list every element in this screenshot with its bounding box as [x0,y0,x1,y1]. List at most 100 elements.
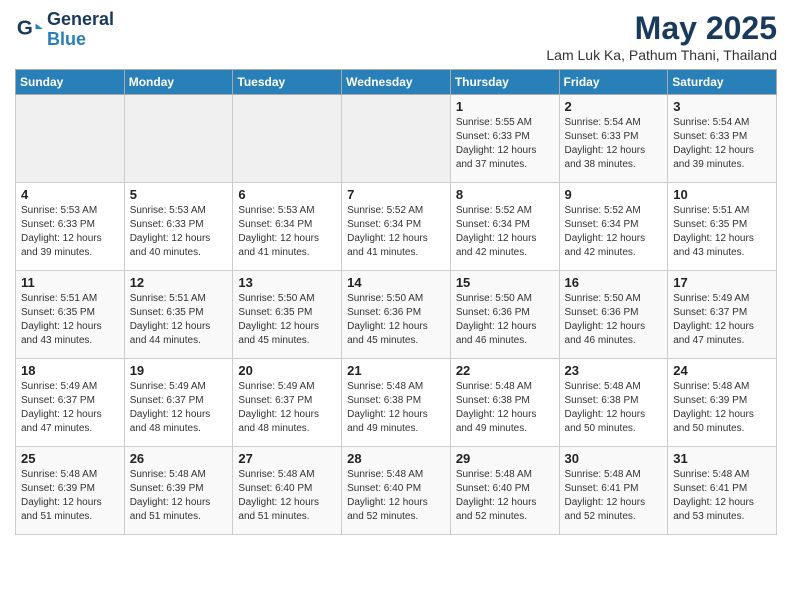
day-number: 13 [238,275,336,290]
logo-text: General Blue [47,10,114,50]
day-number: 16 [565,275,663,290]
day-info: Sunrise: 5:48 AM Sunset: 6:38 PM Dayligh… [347,380,445,436]
day-info: Sunrise: 5:54 AM Sunset: 6:33 PM Dayligh… [673,116,771,172]
day-cell: 23 Sunrise: 5:48 AM Sunset: 6:38 PM Dayli… [559,359,668,447]
day-info: Sunrise: 5:52 AM Sunset: 6:34 PM Dayligh… [565,204,663,260]
title-block: May 2025 Lam Luk Ka, Pathum Thani, Thail… [546,10,777,63]
day-number: 29 [456,451,554,466]
day-cell: 20 Sunrise: 5:49 AM Sunset: 6:37 PM Dayli… [233,359,342,447]
week-row-1: 1Sunrise: 5:55 AM Sunset: 6:33 PM Daylig… [16,95,777,183]
day-cell: 13Sunrise: 5:50 AM Sunset: 6:35 PM Dayli… [233,271,342,359]
day-cell: 25 Sunrise: 5:48 AM Sunset: 6:39 PM Dayli… [16,447,125,535]
day-cell: 9Sunrise: 5:52 AM Sunset: 6:34 PM Daylig… [559,183,668,271]
day-number: 3 [673,99,771,114]
day-number: 20 [238,363,336,378]
day-info: Sunrise: 5:48 AM Sunset: 6:40 PM Dayligh… [347,468,445,524]
day-info: Sunrise: 5:50 AM Sunset: 6:36 PM Dayligh… [347,292,445,348]
day-cell: 4 Sunrise: 5:53 AM Sunset: 6:33 PM Daylig… [16,183,125,271]
day-cell: 21Sunrise: 5:48 AM Sunset: 6:38 PM Dayli… [342,359,451,447]
calendar-subtitle: Lam Luk Ka, Pathum Thani, Thailand [546,47,777,63]
week-row-4: 18 Sunrise: 5:49 AM Sunset: 6:37 PM Dayli… [16,359,777,447]
day-info: Sunrise: 5:53 AM Sunset: 6:33 PM Dayligh… [21,204,119,260]
day-info: Sunrise: 5:50 AM Sunset: 6:36 PM Dayligh… [565,292,663,348]
day-info: Sunrise: 5:48 AM Sunset: 6:41 PM Dayligh… [565,468,663,524]
col-header-saturday: Saturday [668,70,777,95]
day-number: 18 [21,363,119,378]
day-cell: 15 Sunrise: 5:50 AM Sunset: 6:36 PM Dayli… [450,271,559,359]
day-number: 27 [238,451,336,466]
day-cell [342,95,451,183]
week-row-5: 25 Sunrise: 5:48 AM Sunset: 6:39 PM Dayli… [16,447,777,535]
day-cell [233,95,342,183]
day-info: Sunrise: 5:55 AM Sunset: 6:33 PM Dayligh… [456,116,554,172]
day-number: 26 [130,451,228,466]
day-cell: 28Sunrise: 5:48 AM Sunset: 6:40 PM Dayli… [342,447,451,535]
day-number: 24 [673,363,771,378]
day-info: Sunrise: 5:49 AM Sunset: 6:37 PM Dayligh… [238,380,336,436]
col-header-wednesday: Wednesday [342,70,451,95]
day-cell: 31Sunrise: 5:48 AM Sunset: 6:41 PM Dayli… [668,447,777,535]
day-info: Sunrise: 5:48 AM Sunset: 6:39 PM Dayligh… [130,468,228,524]
day-number: 30 [565,451,663,466]
day-cell: 26 Sunrise: 5:48 AM Sunset: 6:39 PM Dayli… [124,447,233,535]
day-info: Sunrise: 5:49 AM Sunset: 6:37 PM Dayligh… [21,380,119,436]
day-info: Sunrise: 5:48 AM Sunset: 6:40 PM Dayligh… [238,468,336,524]
day-number: 14 [347,275,445,290]
day-cell: 6Sunrise: 5:53 AM Sunset: 6:34 PM Daylig… [233,183,342,271]
day-number: 19 [130,363,228,378]
day-info: Sunrise: 5:50 AM Sunset: 6:36 PM Dayligh… [456,292,554,348]
day-info: Sunrise: 5:51 AM Sunset: 6:35 PM Dayligh… [673,204,771,260]
day-cell: 24Sunrise: 5:48 AM Sunset: 6:39 PM Dayli… [668,359,777,447]
logo: G General Blue [15,10,114,50]
day-cell: 30 Sunrise: 5:48 AM Sunset: 6:41 PM Dayli… [559,447,668,535]
day-cell [124,95,233,183]
page-header: G General Blue May 2025 Lam Luk Ka, Path… [15,10,777,63]
calendar-table: SundayMondayTuesdayWednesdayThursdayFrid… [15,69,777,535]
day-info: Sunrise: 5:54 AM Sunset: 6:33 PM Dayligh… [565,116,663,172]
day-info: Sunrise: 5:51 AM Sunset: 6:35 PM Dayligh… [130,292,228,348]
svg-text:G: G [17,16,33,39]
day-cell: 12Sunrise: 5:51 AM Sunset: 6:35 PM Dayli… [124,271,233,359]
col-header-tuesday: Tuesday [233,70,342,95]
day-info: Sunrise: 5:53 AM Sunset: 6:34 PM Dayligh… [238,204,336,260]
day-cell: 19 Sunrise: 5:49 AM Sunset: 6:37 PM Dayli… [124,359,233,447]
day-cell: 27 Sunrise: 5:48 AM Sunset: 6:40 PM Dayli… [233,447,342,535]
day-info: Sunrise: 5:52 AM Sunset: 6:34 PM Dayligh… [456,204,554,260]
day-cell: 2 Sunrise: 5:54 AM Sunset: 6:33 PM Daylig… [559,95,668,183]
day-cell: 8 Sunrise: 5:52 AM Sunset: 6:34 PM Daylig… [450,183,559,271]
col-header-monday: Monday [124,70,233,95]
day-number: 5 [130,187,228,202]
week-row-2: 4 Sunrise: 5:53 AM Sunset: 6:33 PM Daylig… [16,183,777,271]
day-number: 17 [673,275,771,290]
day-number: 7 [347,187,445,202]
day-cell: 7 Sunrise: 5:52 AM Sunset: 6:34 PM Daylig… [342,183,451,271]
day-number: 4 [21,187,119,202]
day-cell: 3 Sunrise: 5:54 AM Sunset: 6:33 PM Daylig… [668,95,777,183]
day-info: Sunrise: 5:52 AM Sunset: 6:34 PM Dayligh… [347,204,445,260]
day-info: Sunrise: 5:48 AM Sunset: 6:38 PM Dayligh… [456,380,554,436]
day-info: Sunrise: 5:48 AM Sunset: 6:41 PM Dayligh… [673,468,771,524]
calendar-title: May 2025 [546,10,777,47]
day-number: 2 [565,99,663,114]
day-info: Sunrise: 5:53 AM Sunset: 6:33 PM Dayligh… [130,204,228,260]
day-info: Sunrise: 5:48 AM Sunset: 6:38 PM Dayligh… [565,380,663,436]
day-info: Sunrise: 5:48 AM Sunset: 6:39 PM Dayligh… [21,468,119,524]
day-number: 22 [456,363,554,378]
day-cell: 17 Sunrise: 5:49 AM Sunset: 6:37 PM Dayli… [668,271,777,359]
day-cell: 11 Sunrise: 5:51 AM Sunset: 6:35 PM Dayli… [16,271,125,359]
day-number: 15 [456,275,554,290]
day-cell [16,95,125,183]
col-header-friday: Friday [559,70,668,95]
day-number: 25 [21,451,119,466]
day-number: 11 [21,275,119,290]
day-cell: 14 Sunrise: 5:50 AM Sunset: 6:36 PM Dayli… [342,271,451,359]
day-cell: 1Sunrise: 5:55 AM Sunset: 6:33 PM Daylig… [450,95,559,183]
day-number: 8 [456,187,554,202]
logo-icon: G [15,16,43,44]
day-info: Sunrise: 5:49 AM Sunset: 6:37 PM Dayligh… [673,292,771,348]
day-info: Sunrise: 5:49 AM Sunset: 6:37 PM Dayligh… [130,380,228,436]
day-number: 23 [565,363,663,378]
calendar-header: SundayMondayTuesdayWednesdayThursdayFrid… [16,70,777,95]
day-cell: 18 Sunrise: 5:49 AM Sunset: 6:37 PM Dayli… [16,359,125,447]
day-info: Sunrise: 5:51 AM Sunset: 6:35 PM Dayligh… [21,292,119,348]
